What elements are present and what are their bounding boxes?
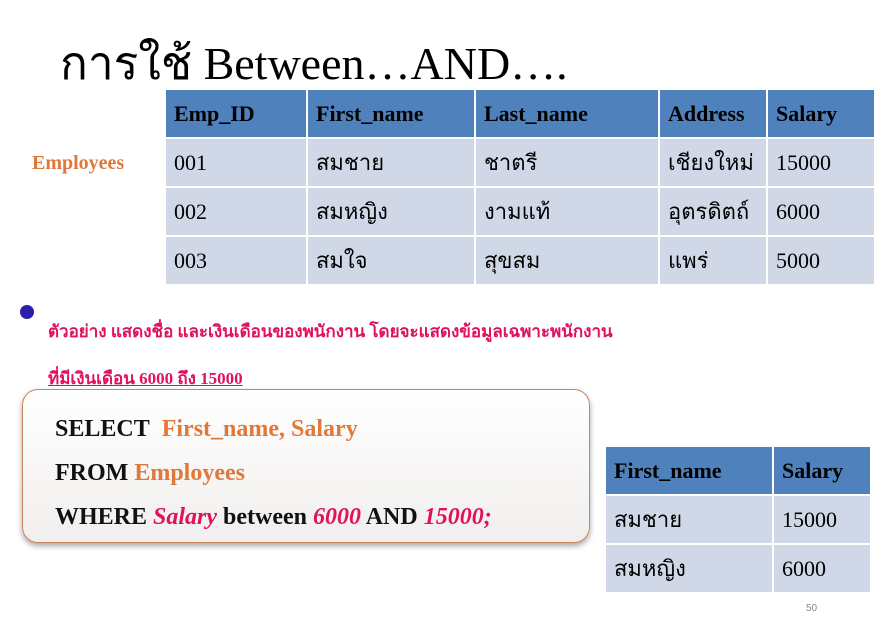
sql-select-columns: First_name, Salary xyxy=(161,416,358,442)
sql-where-line: WHERE Salary between 6000 AND 15000; xyxy=(55,504,492,531)
employees-label: Employees xyxy=(32,152,125,174)
table-row: 001 สมชาย ชาตรี เชียงใหม่ 15000 xyxy=(164,137,876,188)
table-row: 002 สมหญิง งามแท้ อุตรดิตถ์ 6000 xyxy=(164,186,876,237)
table-row: สมชาย 15000 xyxy=(604,494,872,545)
cell-emp-id: 002 xyxy=(164,186,308,237)
cell-last-name: งามแท้ xyxy=(474,186,660,237)
result-cell-first-name: สมชาย xyxy=(604,494,774,545)
cell-address: แพร่ xyxy=(658,235,768,286)
table-header-row: First_name Salary xyxy=(604,445,872,496)
result-table: First_name Salary สมชาย 15000 สมหญิง 600… xyxy=(604,445,872,594)
sql-where-column: Salary xyxy=(153,504,218,530)
table-header-row: Emp_ID First_name Last_name Address Sala… xyxy=(164,88,876,139)
sql-high-value: 15000; xyxy=(423,504,492,530)
result-header-first-name: First_name xyxy=(604,445,774,496)
table-row: 003 สมใจ สุขสม แพร่ 5000 xyxy=(164,235,876,286)
sql-and-keyword: AND xyxy=(365,504,418,530)
header-address: Address xyxy=(658,88,768,139)
sql-from-line: FROM Employees xyxy=(55,460,245,487)
employees-table: Emp_ID First_name Last_name Address Sala… xyxy=(164,88,876,286)
sql-where-keyword: WHERE xyxy=(55,504,148,530)
cell-first-name: สมหญิง xyxy=(306,186,476,237)
example-description-line2: ที่มีเงินเดือน 6000 ถึง 15000 xyxy=(48,369,243,388)
sql-from-keyword: FROM xyxy=(55,460,129,486)
sql-between-keyword: between xyxy=(223,504,308,530)
slide: การใช้ Between…AND…. Employees Emp_ID Fi… xyxy=(0,0,885,632)
cell-first-name: สมใจ xyxy=(306,235,476,286)
sql-select-line: SELECT First_name, Salary xyxy=(55,416,358,443)
sql-low-value: 6000 xyxy=(313,504,362,530)
cell-last-name: สุขสม xyxy=(474,235,660,286)
page-number: 50 xyxy=(806,603,818,614)
cell-last-name: ชาตรี xyxy=(474,137,660,188)
header-last-name: Last_name xyxy=(474,88,660,139)
result-header-salary: Salary xyxy=(772,445,872,496)
header-salary: Salary xyxy=(766,88,876,139)
result-cell-first-name: สมหญิง xyxy=(604,543,774,594)
cell-address: อุตรดิตถ์ xyxy=(658,186,768,237)
sql-from-table: Employees xyxy=(134,460,245,486)
cell-first-name: สมชาย xyxy=(306,137,476,188)
cell-emp-id: 001 xyxy=(164,137,308,188)
header-emp-id: Emp_ID xyxy=(164,88,308,139)
header-first-name: First_name xyxy=(306,88,476,139)
bullet-dot-icon xyxy=(20,305,34,319)
result-cell-salary: 15000 xyxy=(772,494,872,545)
cell-salary: 15000 xyxy=(766,137,876,188)
sql-select-keyword: SELECT xyxy=(55,416,150,442)
cell-salary: 6000 xyxy=(766,186,876,237)
slide-title: การใช้ Between…AND…. xyxy=(60,38,568,89)
result-cell-salary: 6000 xyxy=(772,543,872,594)
cell-address: เชียงใหม่ xyxy=(658,137,768,188)
sql-code-box: SELECT First_name, Salary FROM Employees… xyxy=(22,389,590,543)
cell-emp-id: 003 xyxy=(164,235,308,286)
table-row: สมหญิง 6000 xyxy=(604,543,872,594)
cell-salary: 5000 xyxy=(766,235,876,286)
example-description-line1: ตัวอย่าง แสดงชื่อ และเงินเดือนของพนักงาน… xyxy=(48,322,613,341)
